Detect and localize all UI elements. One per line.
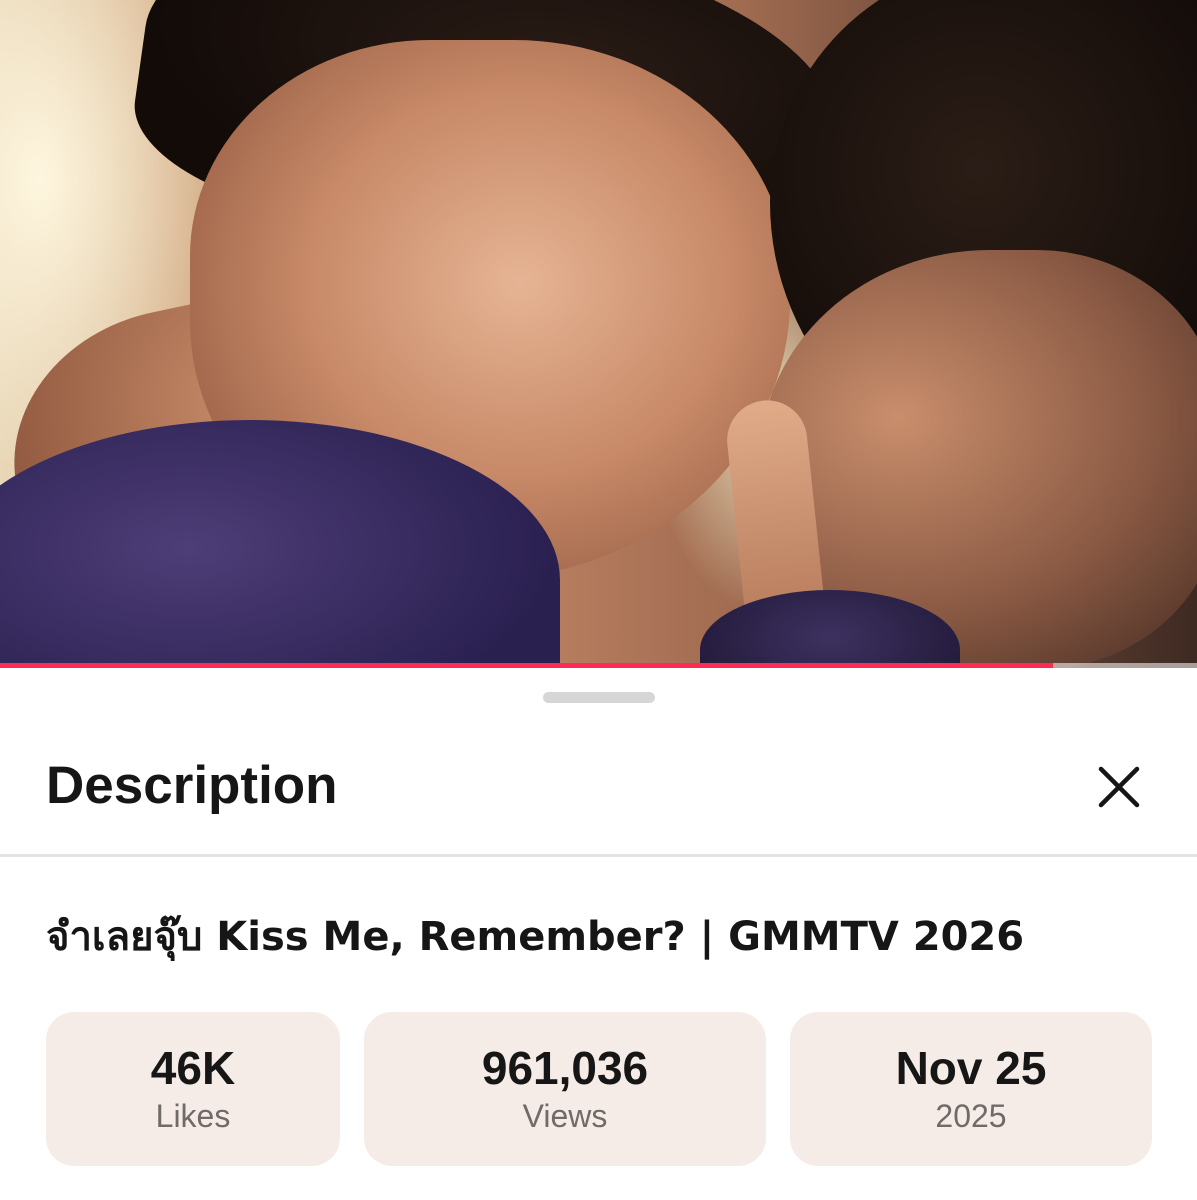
date-stat-card: Nov 25 2025 [790, 1012, 1152, 1166]
views-label: Views [522, 1098, 608, 1134]
sheet-title: Description [46, 756, 338, 815]
video-player[interactable] [0, 0, 1197, 668]
post-year: 2025 [935, 1098, 1007, 1134]
close-icon [1098, 766, 1140, 808]
description-sheet: Description จำเลยจุ๊บ Kiss Me, Remember?… [0, 670, 1197, 1200]
likes-stat-card: 46K Likes [46, 1012, 340, 1166]
likes-count: 46K [150, 1042, 236, 1094]
video-title: จำเลยจุ๊บ Kiss Me, Remember? | GMMTV 202… [46, 914, 1025, 960]
sheet-drag-handle[interactable] [543, 692, 655, 703]
likes-label: Likes [155, 1098, 231, 1134]
views-stat-card: 961,036 Views [364, 1012, 766, 1166]
post-date: Nov 25 [895, 1042, 1047, 1094]
video-progress-fill [0, 663, 1054, 668]
video-progress-bar[interactable] [0, 663, 1197, 668]
views-count: 961,036 [481, 1042, 649, 1094]
close-button[interactable] [1088, 756, 1150, 818]
screen: Description จำเลยจุ๊บ Kiss Me, Remember?… [0, 0, 1197, 1200]
sheet-divider [0, 854, 1197, 857]
